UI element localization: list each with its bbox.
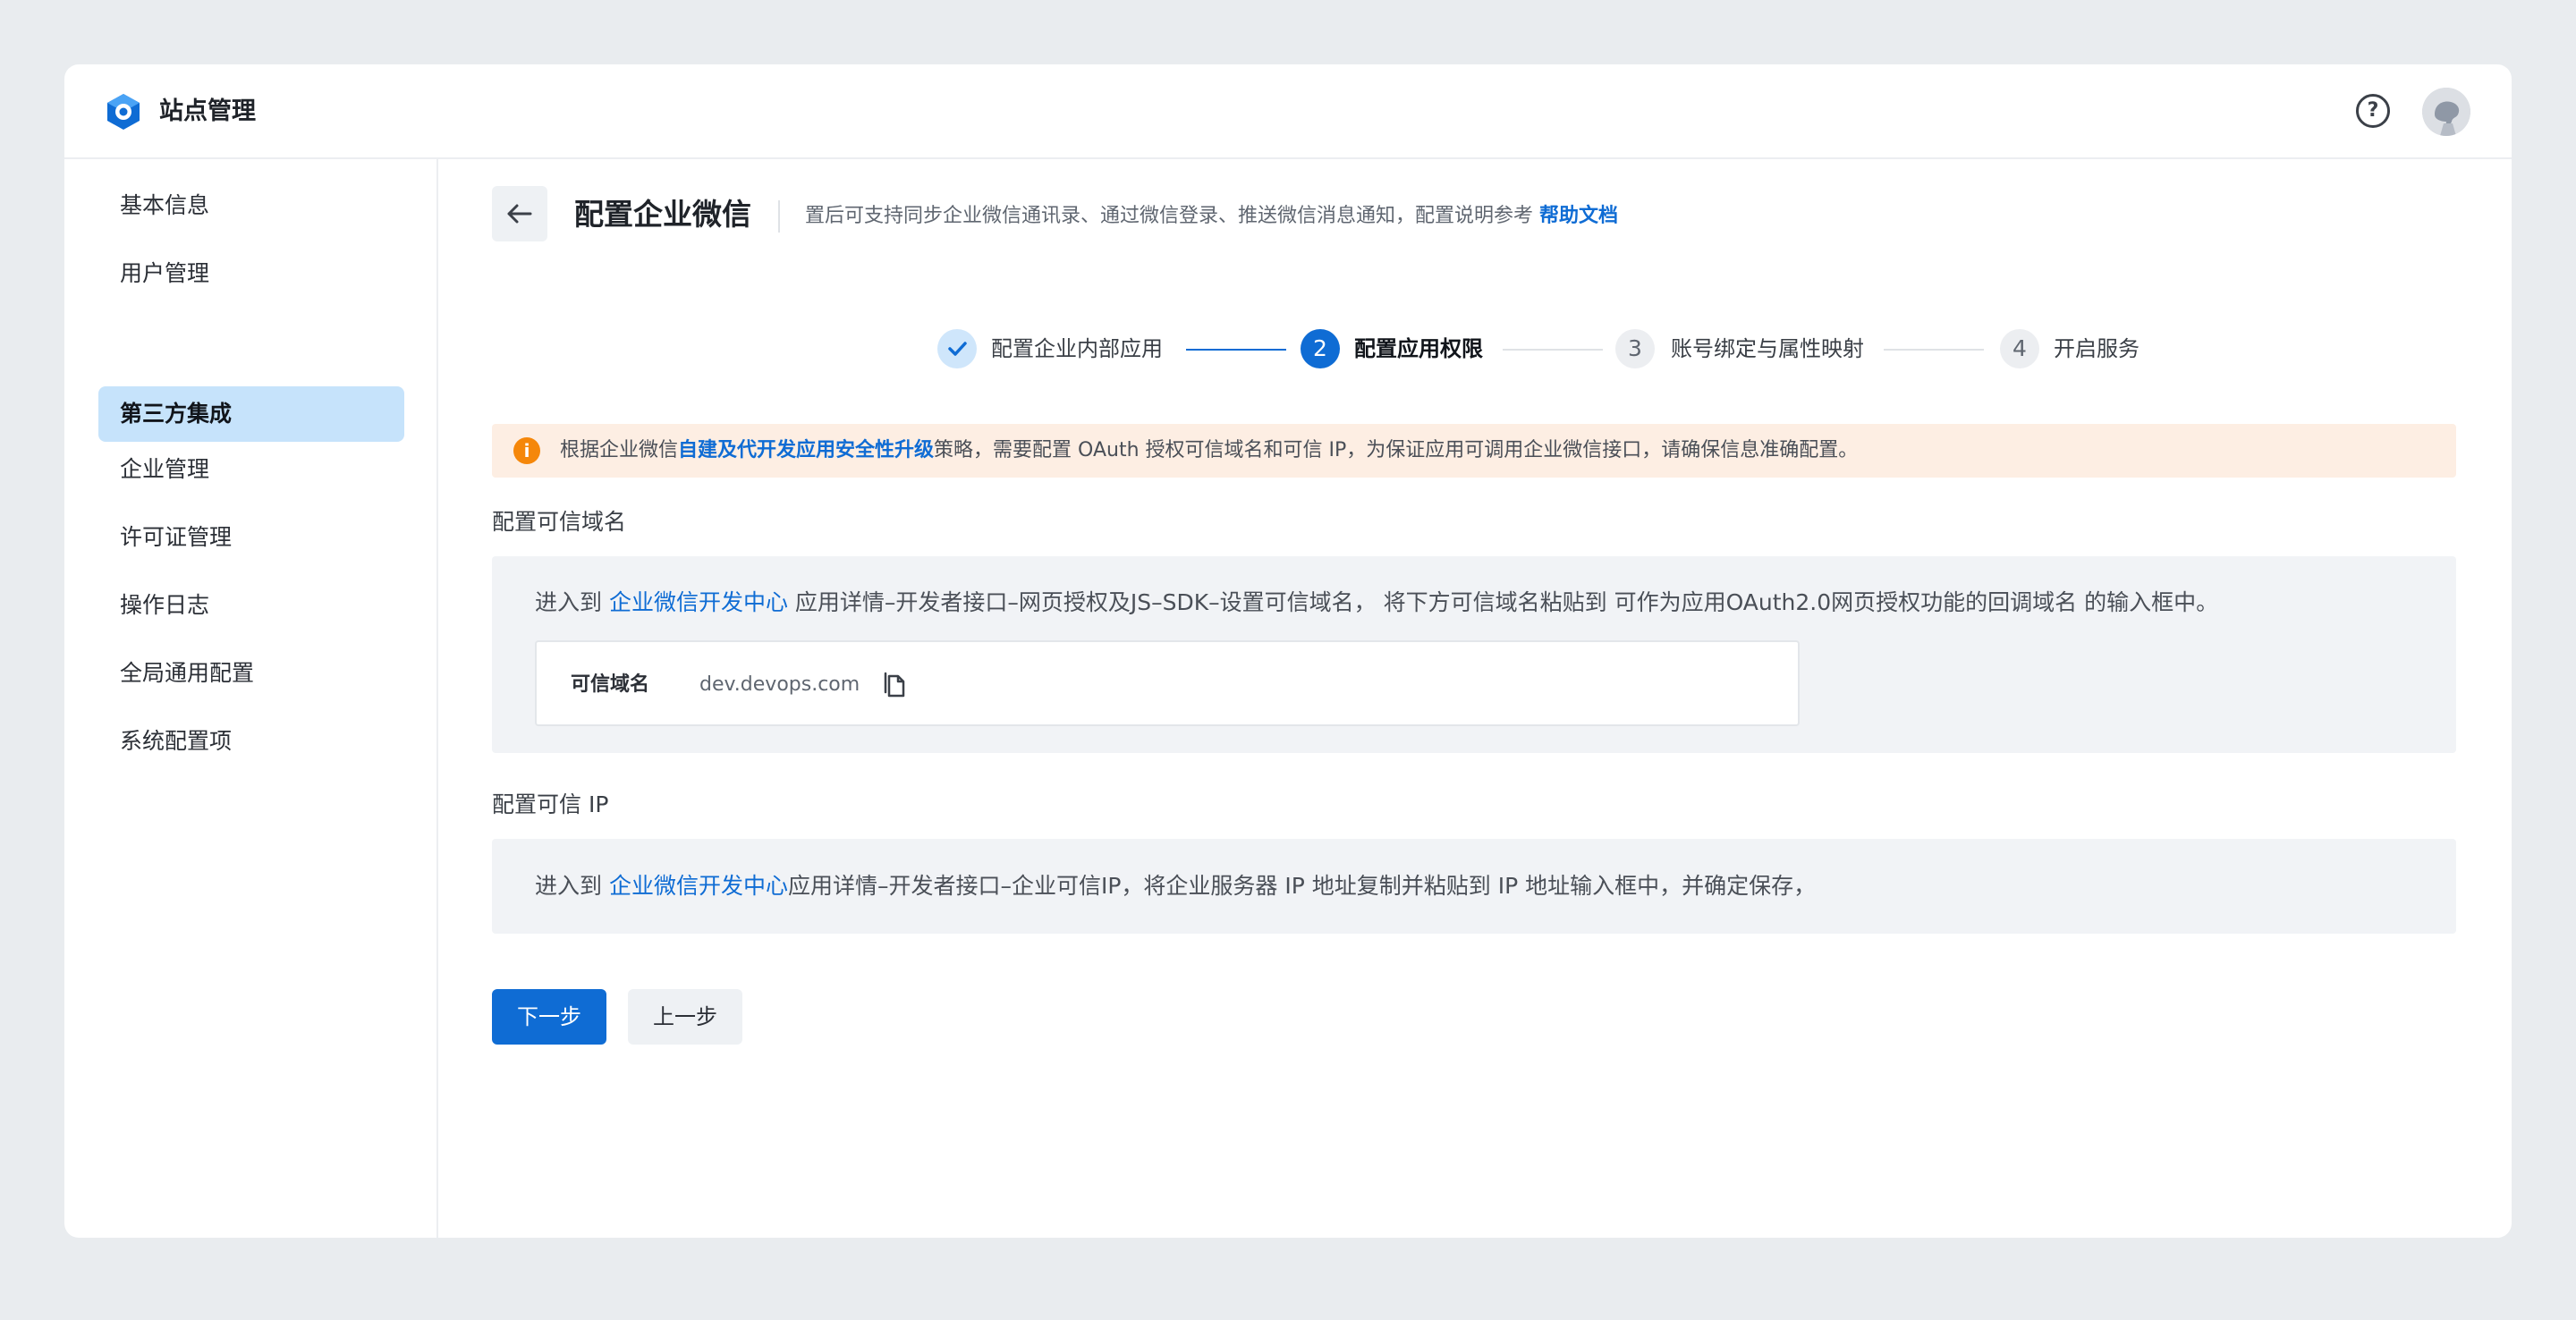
sidebar-item-enterprise-management[interactable]: 企业管理	[98, 442, 404, 497]
step-4-label: 开启服务	[2054, 336, 2140, 361]
info-circle-icon: i	[513, 437, 540, 464]
page-description-text: 置后可支持同步企业微信通讯录、通过微信登录、推送微信消息通知，配置说明参考	[805, 205, 1534, 227]
alert-policy-link[interactable]: 自建及代开发应用安全性升级	[678, 439, 934, 461]
sidebar-item-basic-info[interactable]: 基本信息	[98, 178, 404, 233]
trusted-ip-panel: 进入到 企业微信开发中心应用详情–开发者接口–企业可信IP，将企业服务器 IP …	[492, 839, 2456, 934]
sidebar-item-license-management[interactable]: 许可证管理	[98, 510, 404, 565]
trusted-domain-heading: 配置可信域名	[492, 509, 627, 535]
page-title: 配置企业微信	[574, 197, 751, 232]
step-connector-2	[1503, 349, 1603, 351]
step-2-number: 2	[1301, 329, 1340, 368]
step-1-done	[937, 329, 977, 368]
avatar[interactable]	[2422, 88, 2470, 136]
step-connector-1	[1186, 349, 1286, 351]
sidebar: 基本信息 用户管理 第三方集成 企业管理 许可证管理 操作日志 全局通用配置 系…	[64, 159, 438, 1238]
question-circle-icon[interactable]: ?	[2356, 94, 2390, 128]
next-step-button[interactable]: 下一步	[492, 989, 606, 1045]
security-upgrade-alert: i 根据企业微信自建及代开发应用安全性升级策略，需要配置 OAuth 授权可信域…	[492, 424, 2456, 478]
trusted-domain-value: dev.devops.com	[699, 673, 860, 696]
step-3-label: 账号绑定与属性映射	[1671, 336, 1864, 361]
instruction-suffix: 应用详情–开发者接口–企业可信IP，将企业服务器 IP 地址复制并粘贴到 IP …	[787, 873, 1817, 899]
sidebar-item-global-config[interactable]: 全局通用配置	[98, 646, 404, 701]
sidebar-item-third-party-integration[interactable]: 第三方集成	[98, 386, 404, 442]
trusted-domain-panel: 进入到 企业微信开发中心 应用详情–开发者接口–网页授权及JS–SDK–设置可信…	[492, 556, 2456, 753]
hexagon-logo-icon	[107, 94, 140, 130]
sidebar-item-user-management[interactable]: 用户管理	[98, 246, 404, 301]
trusted-ip-instructions: 进入到 企业微信开发中心应用详情–开发者接口–企业可信IP，将企业服务器 IP …	[535, 868, 1816, 904]
check-icon	[948, 342, 967, 356]
sidebar-item-operation-log[interactable]: 操作日志	[98, 578, 404, 633]
step-connector-3	[1884, 349, 1984, 351]
app-title: 站点管理	[159, 97, 256, 125]
trusted-domain-instructions: 进入到 企业微信开发中心 应用详情–开发者接口–网页授权及JS–SDK–设置可信…	[535, 585, 2218, 621]
step-4-number: 4	[2000, 329, 2039, 368]
app-window: 站点管理 ? 基本信息 用户管理 第三方集成 企业管理 许可证管理 操作日志 全…	[64, 64, 2512, 1238]
instruction-suffix: 应用详情–开发者接口–网页授权及JS–SDK–设置可信域名， 将下方可信域名粘贴…	[787, 589, 2219, 615]
trusted-domain-box: 可信域名 dev.devops.com	[535, 640, 1800, 726]
trusted-ip-heading: 配置可信 IP	[492, 791, 609, 817]
sidebar-item-system-config[interactable]: 系统配置项	[98, 714, 404, 769]
user-avatar-icon	[2422, 88, 2470, 136]
instruction-prefix: 进入到	[535, 589, 609, 615]
copy-icon[interactable]	[882, 671, 909, 699]
step-1-label: 配置企业内部应用	[991, 336, 1163, 361]
step-2-label: 配置应用权限	[1354, 336, 1483, 361]
alert-prefix: 根据企业微信	[560, 439, 679, 461]
help-doc-link[interactable]: 帮助文档	[1539, 205, 1618, 227]
title-divider	[778, 200, 780, 233]
page-description: 置后可支持同步企业微信通讯录、通过微信登录、推送微信消息通知，配置说明参考 帮助…	[805, 200, 1618, 233]
wecom-dev-center-link[interactable]: 企业微信开发中心	[609, 873, 788, 899]
step-3-number: 3	[1615, 329, 1655, 368]
previous-step-button[interactable]: 上一步	[628, 989, 742, 1045]
alert-text: 根据企业微信自建及代开发应用安全性升级策略，需要配置 OAuth 授权可信域名和…	[560, 424, 1858, 478]
trusted-domain-label: 可信域名	[571, 673, 650, 696]
wecom-dev-center-link[interactable]: 企业微信开发中心	[609, 589, 788, 615]
alert-suffix: 策略，需要配置 OAuth 授权可信域名和可信 IP，为保证应用可调用企业微信接…	[934, 439, 1859, 461]
top-bar: 站点管理 ?	[64, 64, 2512, 159]
main-content: 配置企业微信 置后可支持同步企业微信通讯录、通过微信登录、推送微信消息通知，配置…	[438, 159, 2512, 1238]
instruction-prefix: 进入到	[535, 873, 609, 899]
back-button[interactable]	[492, 186, 547, 241]
arrow-left-icon	[507, 204, 532, 224]
